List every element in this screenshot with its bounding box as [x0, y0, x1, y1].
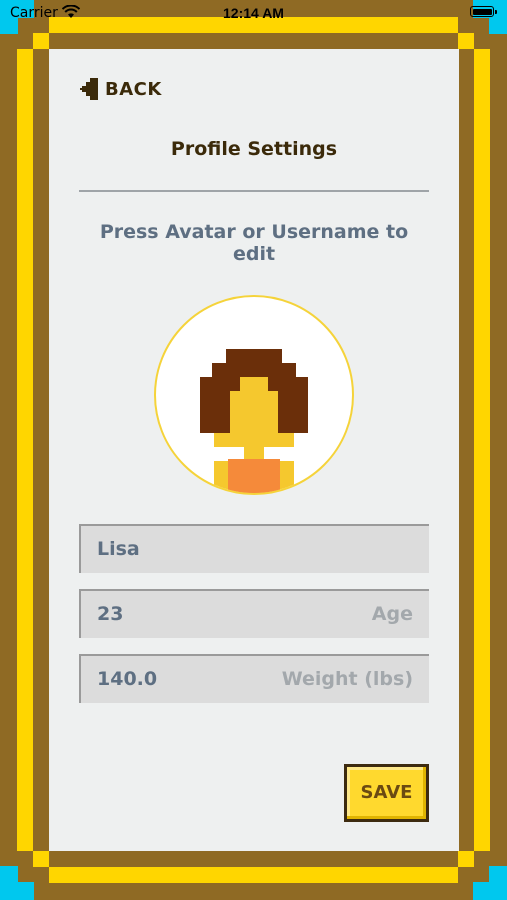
battery-icon	[470, 6, 497, 17]
weight-placeholder: Weight (lbs)	[281, 668, 413, 690]
weight-value: 140.0	[97, 668, 158, 690]
weight-field[interactable]: 140.0 Weight (lbs)	[79, 654, 429, 703]
age-field[interactable]: 23 Age	[79, 589, 429, 638]
status-bar: Carrier 12:14 AM	[0, 0, 507, 28]
edit-hint: Press Avatar or Username to edit	[99, 221, 409, 265]
username-field[interactable]: Lisa	[79, 524, 429, 573]
page-title: Profile Settings	[170, 138, 338, 160]
avatar-button[interactable]	[154, 295, 354, 495]
save-button[interactable]: SAVE	[344, 764, 429, 822]
title-divider	[79, 190, 429, 192]
back-arrow-icon	[80, 78, 98, 100]
back-button[interactable]: BACK	[80, 78, 162, 100]
save-label: SAVE	[360, 782, 413, 803]
status-time: 12:14 AM	[223, 5, 284, 21]
pixel-avatar-girl-icon	[200, 349, 308, 493]
username-value: Lisa	[97, 538, 140, 560]
age-placeholder: Age	[371, 603, 413, 625]
back-label: BACK	[105, 78, 162, 100]
age-value: 23	[97, 603, 124, 625]
